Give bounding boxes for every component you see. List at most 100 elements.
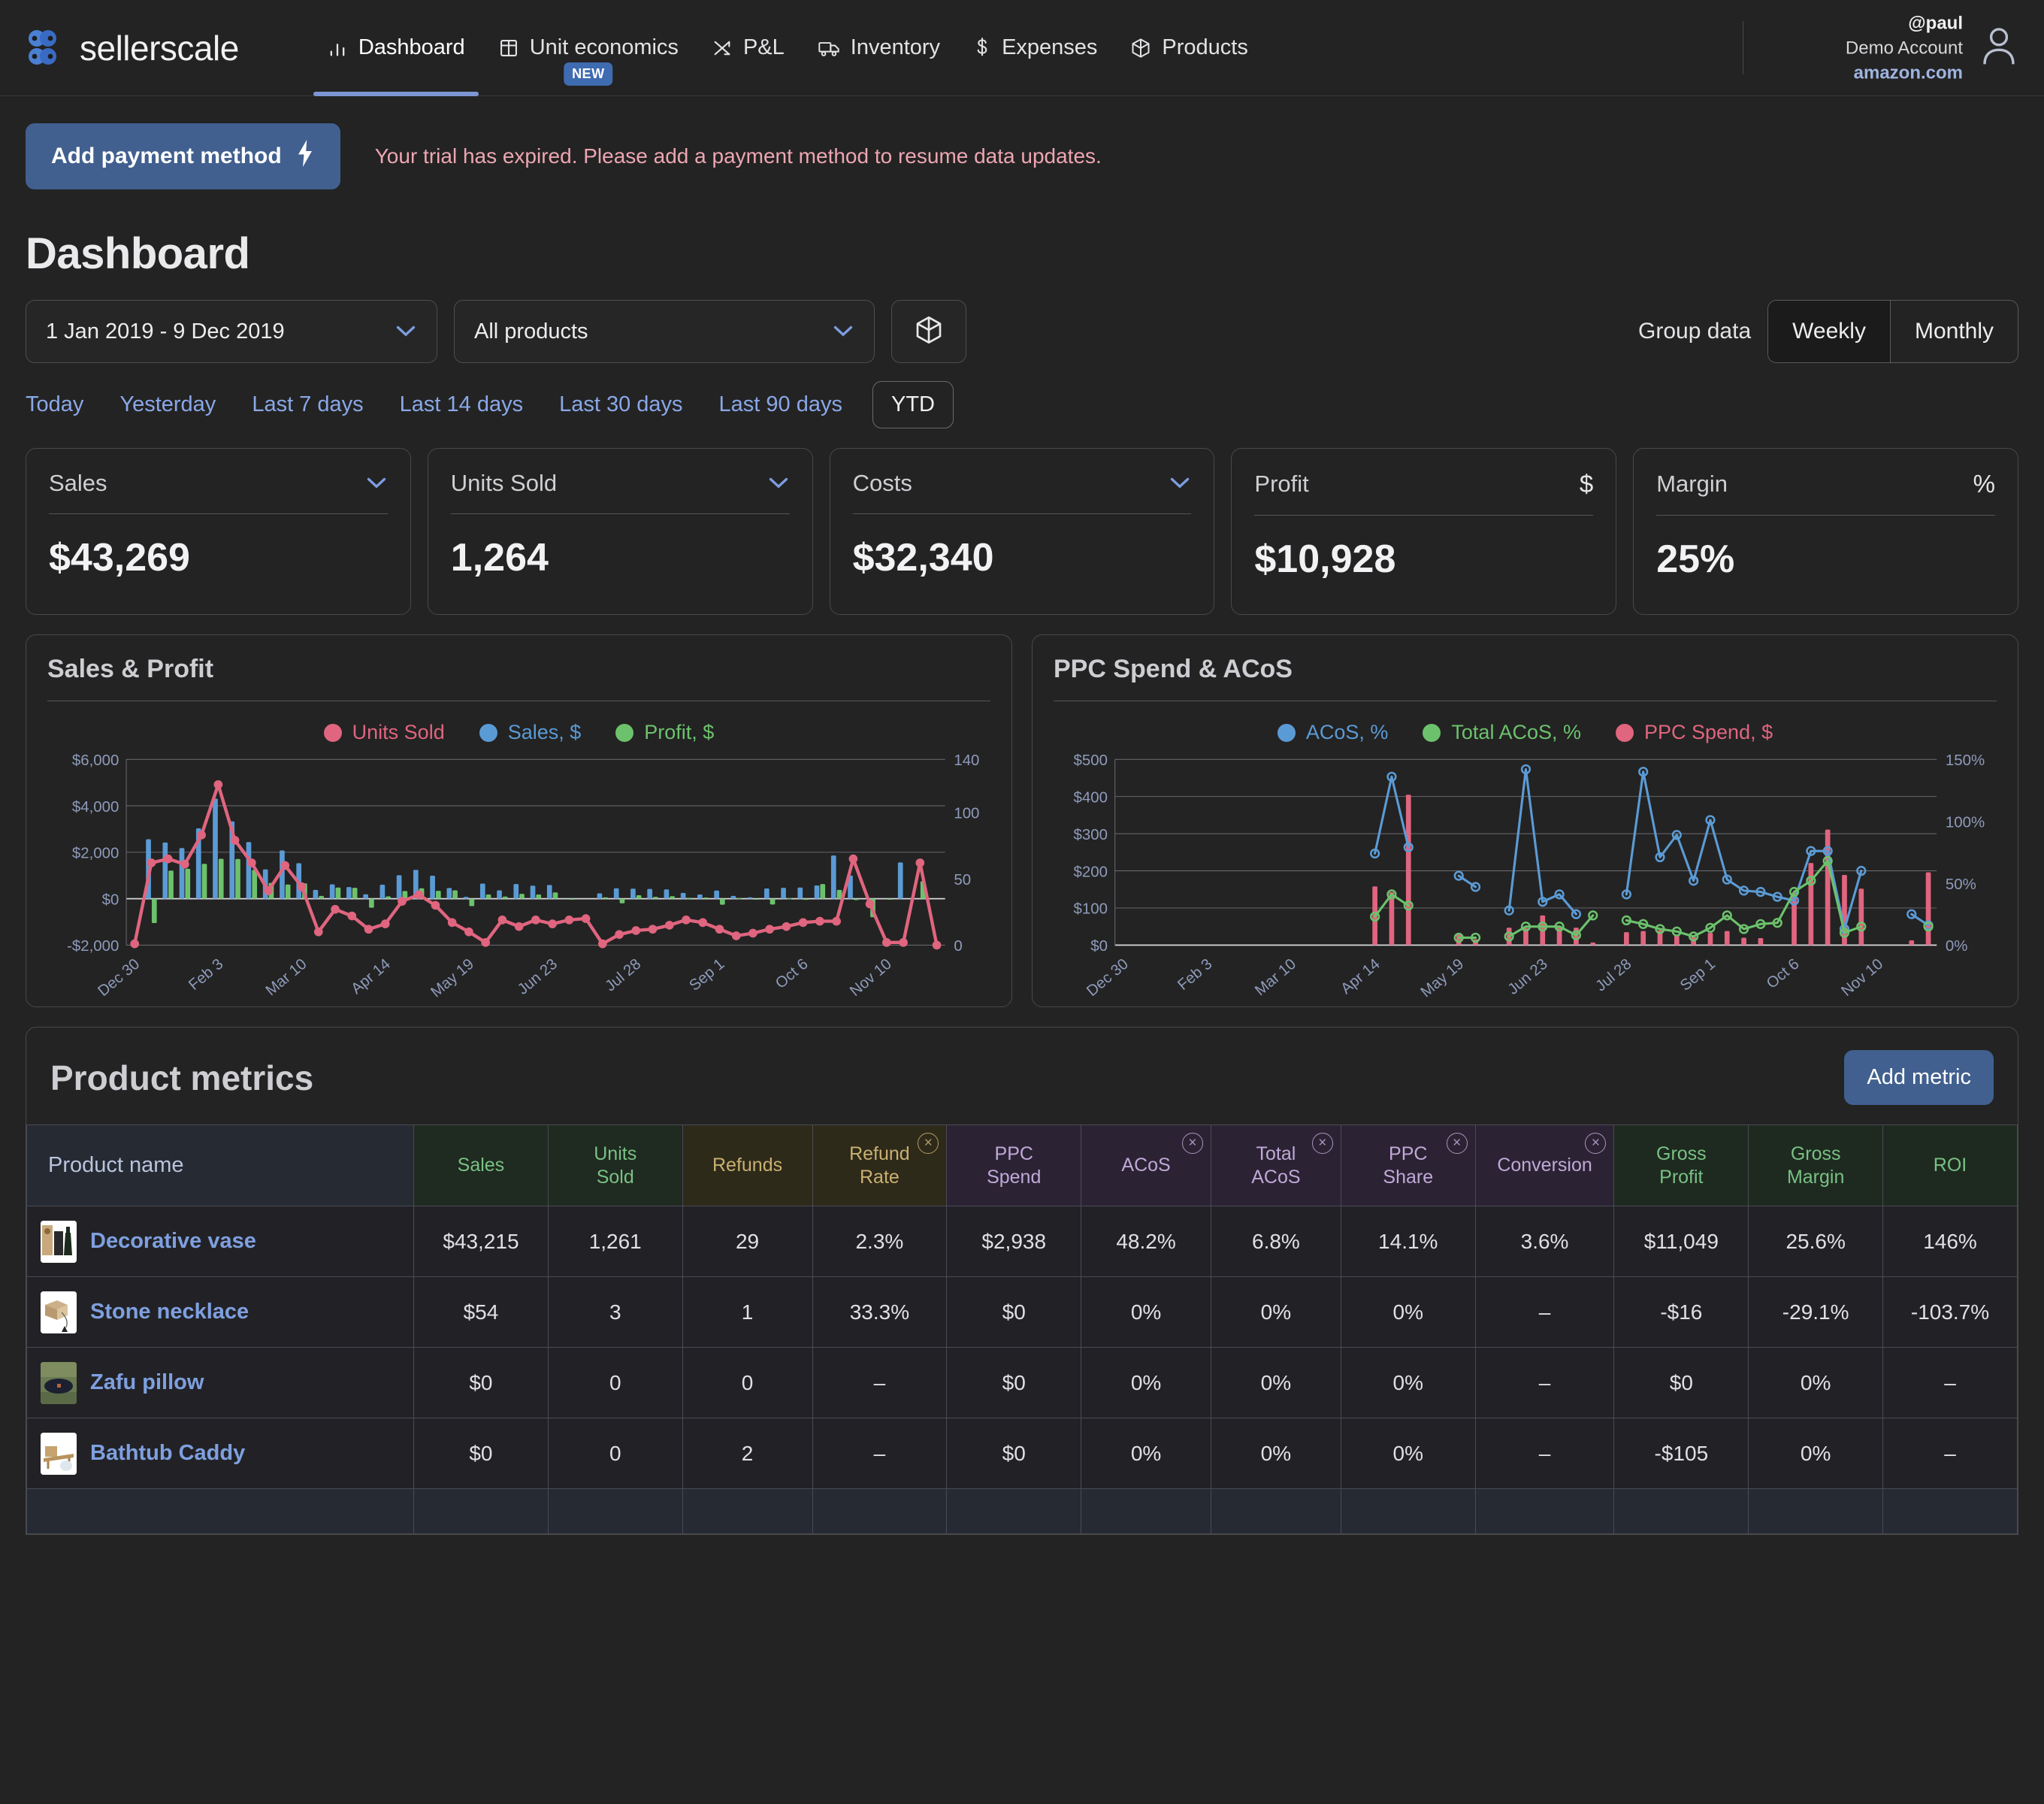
- quick-range-row: Today Yesterday Last 7 days Last 14 days…: [0, 363, 2044, 428]
- kpi-card-profit[interactable]: Profit $ $10,928: [1231, 448, 1616, 615]
- kpi-card-margin[interactable]: Margin % 25%: [1633, 448, 2018, 615]
- necklace-thumbnail: [41, 1291, 77, 1333]
- product-name-link[interactable]: Bathtub Caddy: [90, 1441, 245, 1466]
- add-payment-method-button[interactable]: Add payment method: [26, 123, 340, 189]
- add-metric-button[interactable]: Add metric: [1844, 1050, 1994, 1105]
- data-point: [414, 890, 423, 899]
- y-axis-tick-left: $2,000: [72, 846, 119, 862]
- shuffle-icon: [712, 38, 733, 59]
- quick-range-last-30-days[interactable]: Last 30 days: [541, 382, 700, 428]
- product-metrics-card: Product metrics Add metric Product nameS…: [26, 1027, 2018, 1535]
- table-row[interactable]: Stone necklace$543133.3%$00%0%0%–-$16-29…: [27, 1277, 2018, 1348]
- column-header-total-acos[interactable]: TotalACoS×: [1211, 1125, 1341, 1206]
- x-axis-tick: Apr 14: [349, 956, 394, 998]
- column-header-refund-rate[interactable]: RefundRate×: [812, 1125, 947, 1206]
- nav-item-inventory[interactable]: Inventory: [801, 0, 957, 96]
- brand-logo[interactable]: sellerscale: [26, 28, 239, 68]
- nav-item-products[interactable]: Products: [1114, 0, 1264, 96]
- nav-item-dashboard[interactable]: Dashboard: [310, 0, 482, 96]
- column-header-ppc-spend[interactable]: PPCSpend: [947, 1125, 1081, 1206]
- table-row[interactable]: Zafu pillow$000–$00%0%0%–$00%–: [27, 1348, 2018, 1418]
- quick-range-today[interactable]: Today: [26, 382, 101, 428]
- column-header-conversion[interactable]: Conversion×: [1475, 1125, 1614, 1206]
- column-header-acos[interactable]: ACoS×: [1081, 1125, 1211, 1206]
- data-point: [548, 919, 557, 928]
- legend-item-acos[interactable]: ACoS, %: [1278, 721, 1389, 744]
- legend-label: PPC Spend, $: [1644, 721, 1773, 744]
- product-filter-select[interactable]: All products: [454, 300, 875, 363]
- column-header-gross-margin[interactable]: GrossMargin: [1749, 1125, 1883, 1206]
- legend-item-units-sold[interactable]: Units Sold: [324, 721, 445, 744]
- product-name-link[interactable]: Stone necklace: [90, 1300, 249, 1324]
- column-header-refunds[interactable]: Refunds: [682, 1125, 812, 1206]
- kpi-card-costs[interactable]: Costs $32,340: [830, 448, 1215, 615]
- product-name-link[interactable]: Decorative vase: [90, 1229, 256, 1254]
- quick-range-last-90-days[interactable]: Last 90 days: [701, 382, 860, 428]
- chevron-down-icon[interactable]: [365, 472, 388, 495]
- brand-name: sellerscale: [80, 28, 239, 68]
- nav-label: Products: [1162, 35, 1247, 60]
- legend-label: Total ACoS, %: [1451, 721, 1581, 744]
- kpi-card-units-sold[interactable]: Units Sold 1,264: [428, 448, 813, 615]
- nav-item-expenses[interactable]: Expenses: [957, 0, 1114, 96]
- legend-item-total-acos[interactable]: Total ACoS, %: [1423, 721, 1581, 744]
- quick-range-last-14-days[interactable]: Last 14 days: [382, 382, 541, 428]
- table-cell: 0%: [1341, 1418, 1475, 1489]
- quick-range-ytd[interactable]: YTD: [872, 381, 954, 428]
- nav-label: Dashboard: [358, 35, 465, 60]
- bar: [168, 870, 174, 898]
- table-cell: –: [812, 1348, 947, 1418]
- table-row[interactable]: Decorative vase$43,2151,261292.3%$2,9384…: [27, 1206, 2018, 1277]
- quick-range-yesterday[interactable]: Yesterday: [101, 382, 234, 428]
- remove-column-icon[interactable]: ×: [1585, 1133, 1606, 1154]
- box-icon: [1130, 38, 1151, 59]
- account-menu[interactable]: @paul Demo Account amazon.com: [1846, 11, 2018, 85]
- column-header-ppc-share[interactable]: PPCShare×: [1341, 1125, 1475, 1206]
- nav-item-unit-economics[interactable]: Unit economics NEW: [482, 0, 695, 96]
- bar: [1708, 933, 1713, 945]
- data-point: [431, 901, 440, 910]
- legend-item-ppc-spend[interactable]: PPC Spend, $: [1616, 721, 1773, 744]
- bar: [369, 899, 374, 908]
- table-cell: –: [1475, 1348, 1614, 1418]
- data-point: [231, 836, 240, 845]
- column-header-sales[interactable]: Sales: [414, 1125, 549, 1206]
- table-cell: [414, 1489, 549, 1534]
- y-axis-tick-left: $0: [102, 891, 119, 908]
- bar: [436, 891, 441, 899]
- column-header-label: Conversion: [1497, 1155, 1592, 1176]
- table-row[interactable]: Bathtub Caddy$002–$00%0%0%–-$1050%–: [27, 1418, 2018, 1489]
- data-point: [515, 922, 524, 931]
- kpi-card-sales[interactable]: Sales $43,269: [26, 448, 411, 615]
- data-point: [698, 919, 707, 928]
- quick-range-last-7-days[interactable]: Last 7 days: [234, 382, 381, 428]
- data-point: [364, 925, 373, 934]
- remove-column-icon[interactable]: ×: [1182, 1133, 1203, 1154]
- date-range-select[interactable]: 1 Jan 2019 - 9 Dec 2019: [26, 300, 437, 363]
- chevron-down-icon[interactable]: [1169, 472, 1191, 495]
- product-picker-button[interactable]: [891, 300, 966, 363]
- bar: [397, 875, 402, 898]
- group-option-weekly[interactable]: Weekly: [1768, 301, 1891, 362]
- remove-column-icon[interactable]: ×: [1312, 1133, 1333, 1154]
- remove-column-icon[interactable]: ×: [918, 1133, 939, 1154]
- nav-item-pl[interactable]: P&L: [695, 0, 801, 96]
- column-header-gross-profit[interactable]: GrossProfit: [1614, 1125, 1749, 1206]
- column-header-roi[interactable]: ROI: [1883, 1125, 2018, 1206]
- legend-item-sales[interactable]: Sales, $: [479, 721, 582, 744]
- remove-column-icon[interactable]: ×: [1447, 1133, 1468, 1154]
- column-header-units-sold[interactable]: UnitsSold: [548, 1125, 682, 1206]
- y-axis-tick-right: 50: [954, 872, 971, 888]
- product-name-link[interactable]: Zafu pillow: [90, 1370, 204, 1395]
- table-cell: –: [1883, 1348, 2018, 1418]
- data-point: [481, 938, 490, 947]
- column-header-product-name[interactable]: Product name: [27, 1125, 414, 1206]
- user-avatar-icon[interactable]: [1979, 25, 2018, 71]
- x-axis-tick: Dec 30: [95, 956, 143, 998]
- legend-item-profit[interactable]: Profit, $: [615, 721, 714, 744]
- column-header-label: UnitsSold: [594, 1143, 636, 1188]
- chevron-down-icon[interactable]: [767, 472, 790, 495]
- bar: [330, 884, 335, 898]
- table-cell: 0%: [1081, 1348, 1211, 1418]
- group-option-monthly[interactable]: Monthly: [1891, 301, 2018, 362]
